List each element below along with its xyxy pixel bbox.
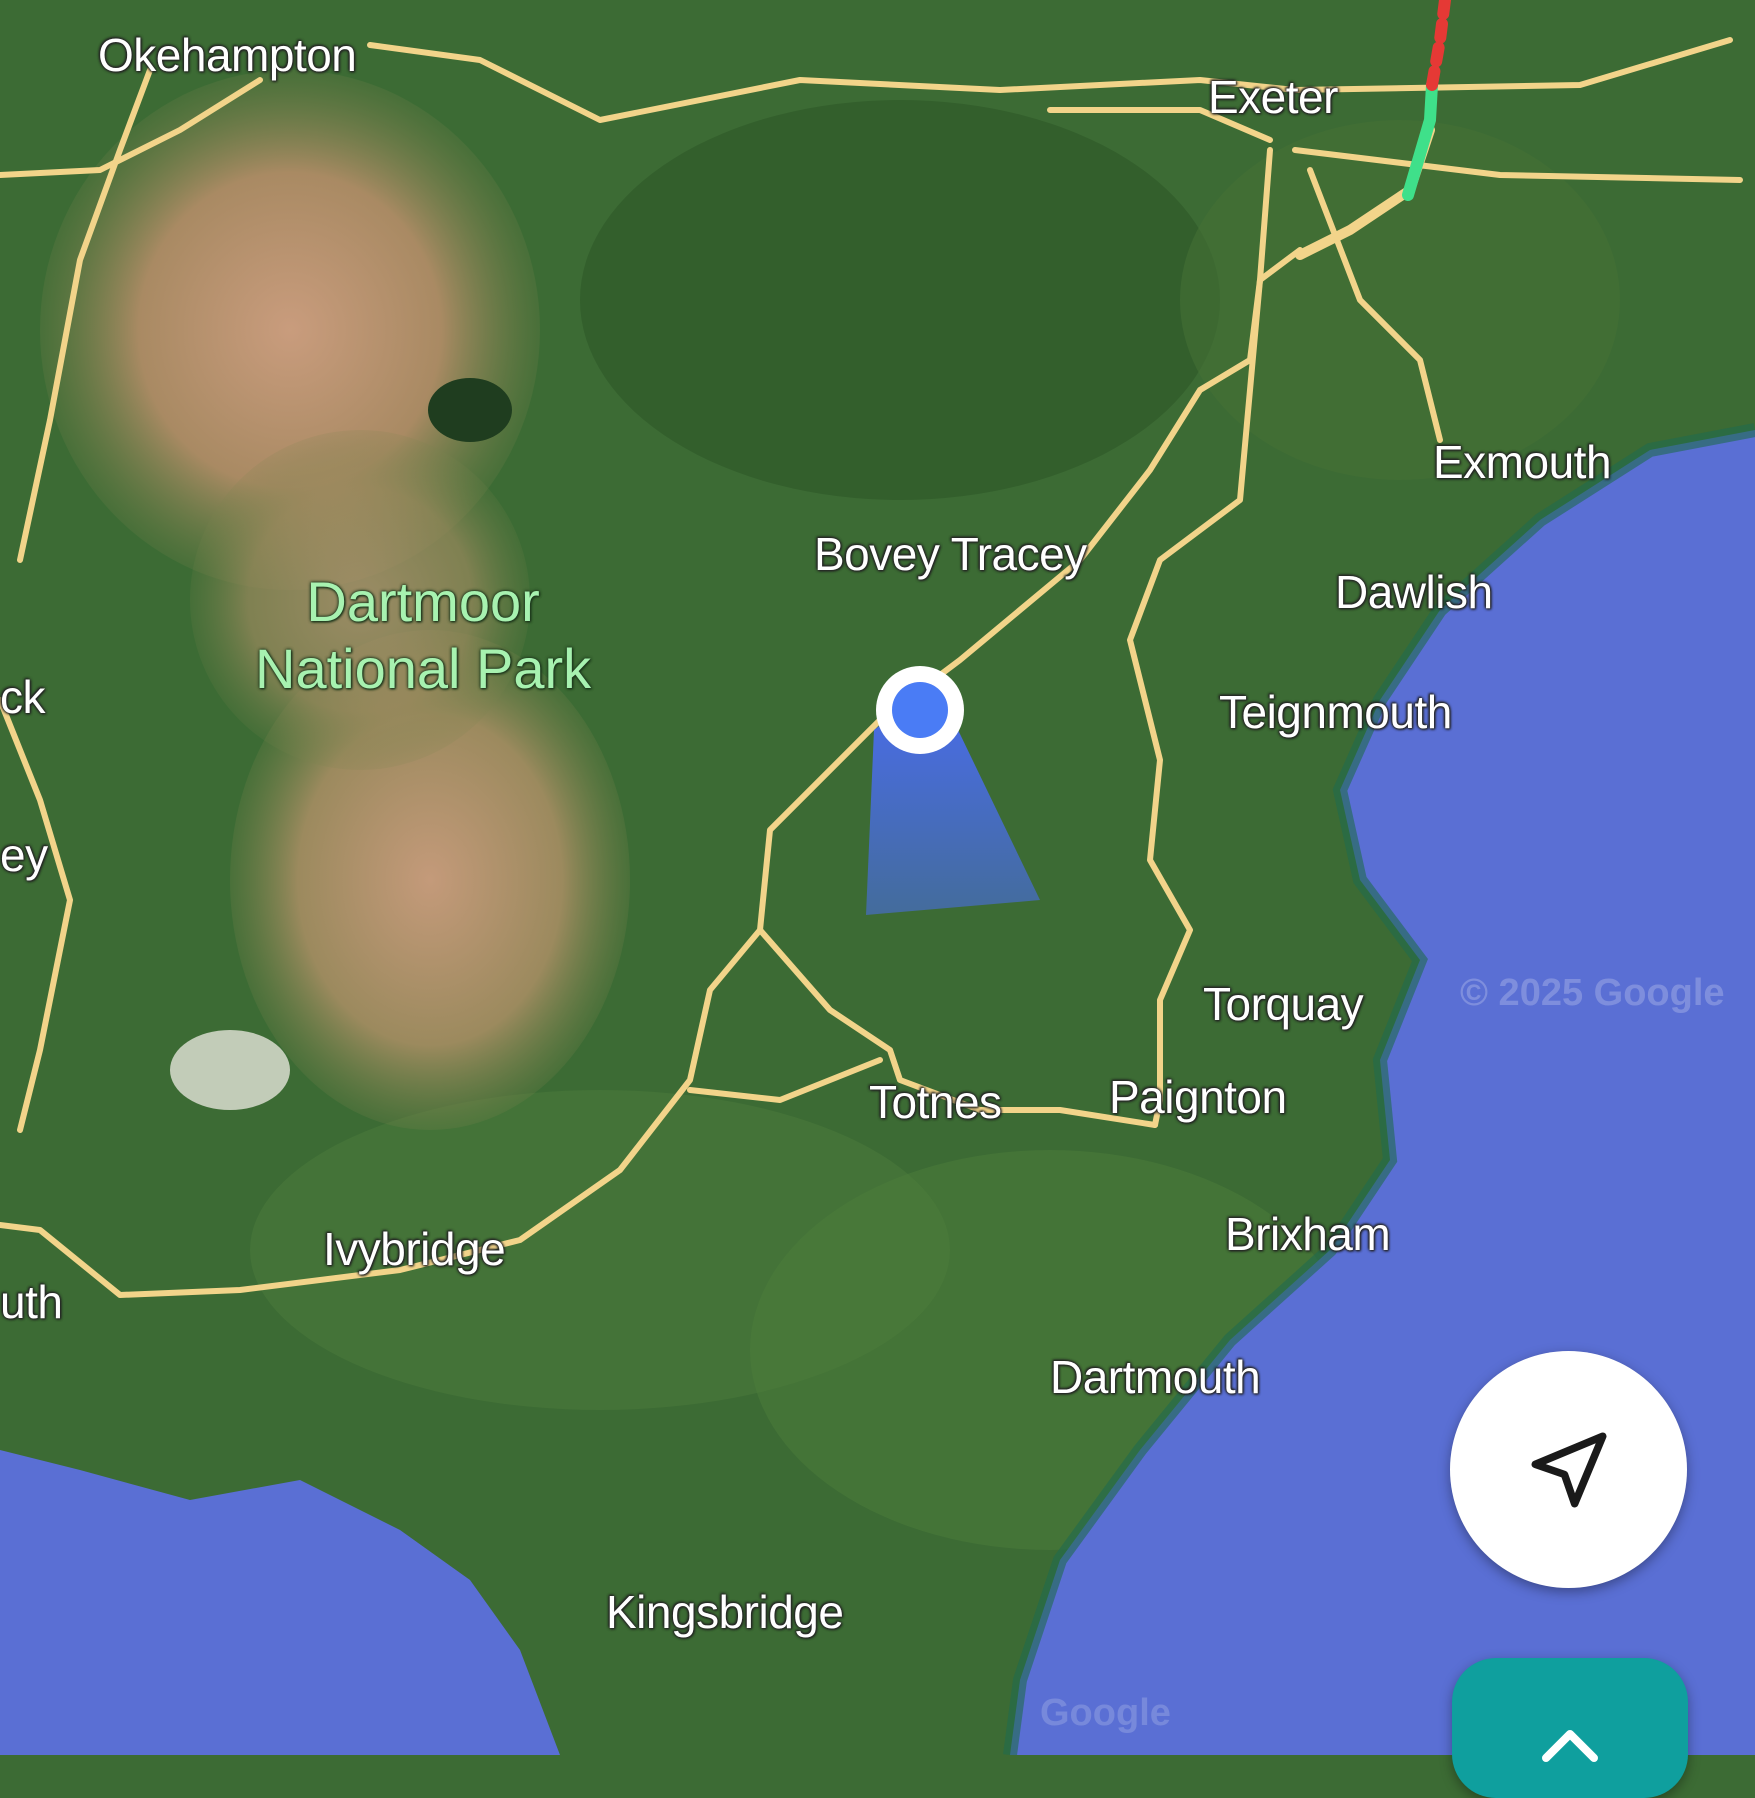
label-partial-left-mid: ey xyxy=(0,829,48,881)
label-exmouth: Exmouth xyxy=(1433,436,1612,488)
label-exeter: Exeter xyxy=(1208,71,1338,123)
directions-button[interactable] xyxy=(1452,1658,1688,1798)
label-bovey-tracey: Bovey Tracey xyxy=(814,528,1087,580)
label-dawlish: Dawlish xyxy=(1335,566,1493,618)
label-torquay: Torquay xyxy=(1203,978,1364,1030)
my-location-button[interactable] xyxy=(1450,1351,1687,1588)
label-okehampton: Okehampton xyxy=(98,29,357,81)
park-line-1: Dartmoor xyxy=(306,570,540,633)
label-ivybridge: Ivybridge xyxy=(323,1223,506,1275)
label-partial-tavistock: ck xyxy=(0,671,46,723)
label-dartmouth: Dartmouth xyxy=(1050,1351,1261,1403)
label-teignmouth: Teignmouth xyxy=(1219,686,1452,738)
label-totnes: Totnes xyxy=(869,1076,1002,1128)
map-attribution: © 2025 Google xyxy=(1460,972,1725,1014)
label-kingsbridge: Kingsbridge xyxy=(606,1586,844,1638)
label-partial-plymouth: uth xyxy=(0,1276,63,1328)
label-paignton: Paignton xyxy=(1109,1071,1287,1123)
navigation-arrow-icon xyxy=(1531,1432,1606,1507)
location-dot xyxy=(876,666,964,754)
label-dartmoor-national-park: Dartmoor National Park xyxy=(255,568,591,702)
park-line-2: National Park xyxy=(255,637,592,701)
map-attribution-bottom: Google xyxy=(1040,1692,1171,1734)
chevron-up-icon xyxy=(1542,1730,1598,1762)
label-brixham: Brixham xyxy=(1225,1208,1391,1260)
